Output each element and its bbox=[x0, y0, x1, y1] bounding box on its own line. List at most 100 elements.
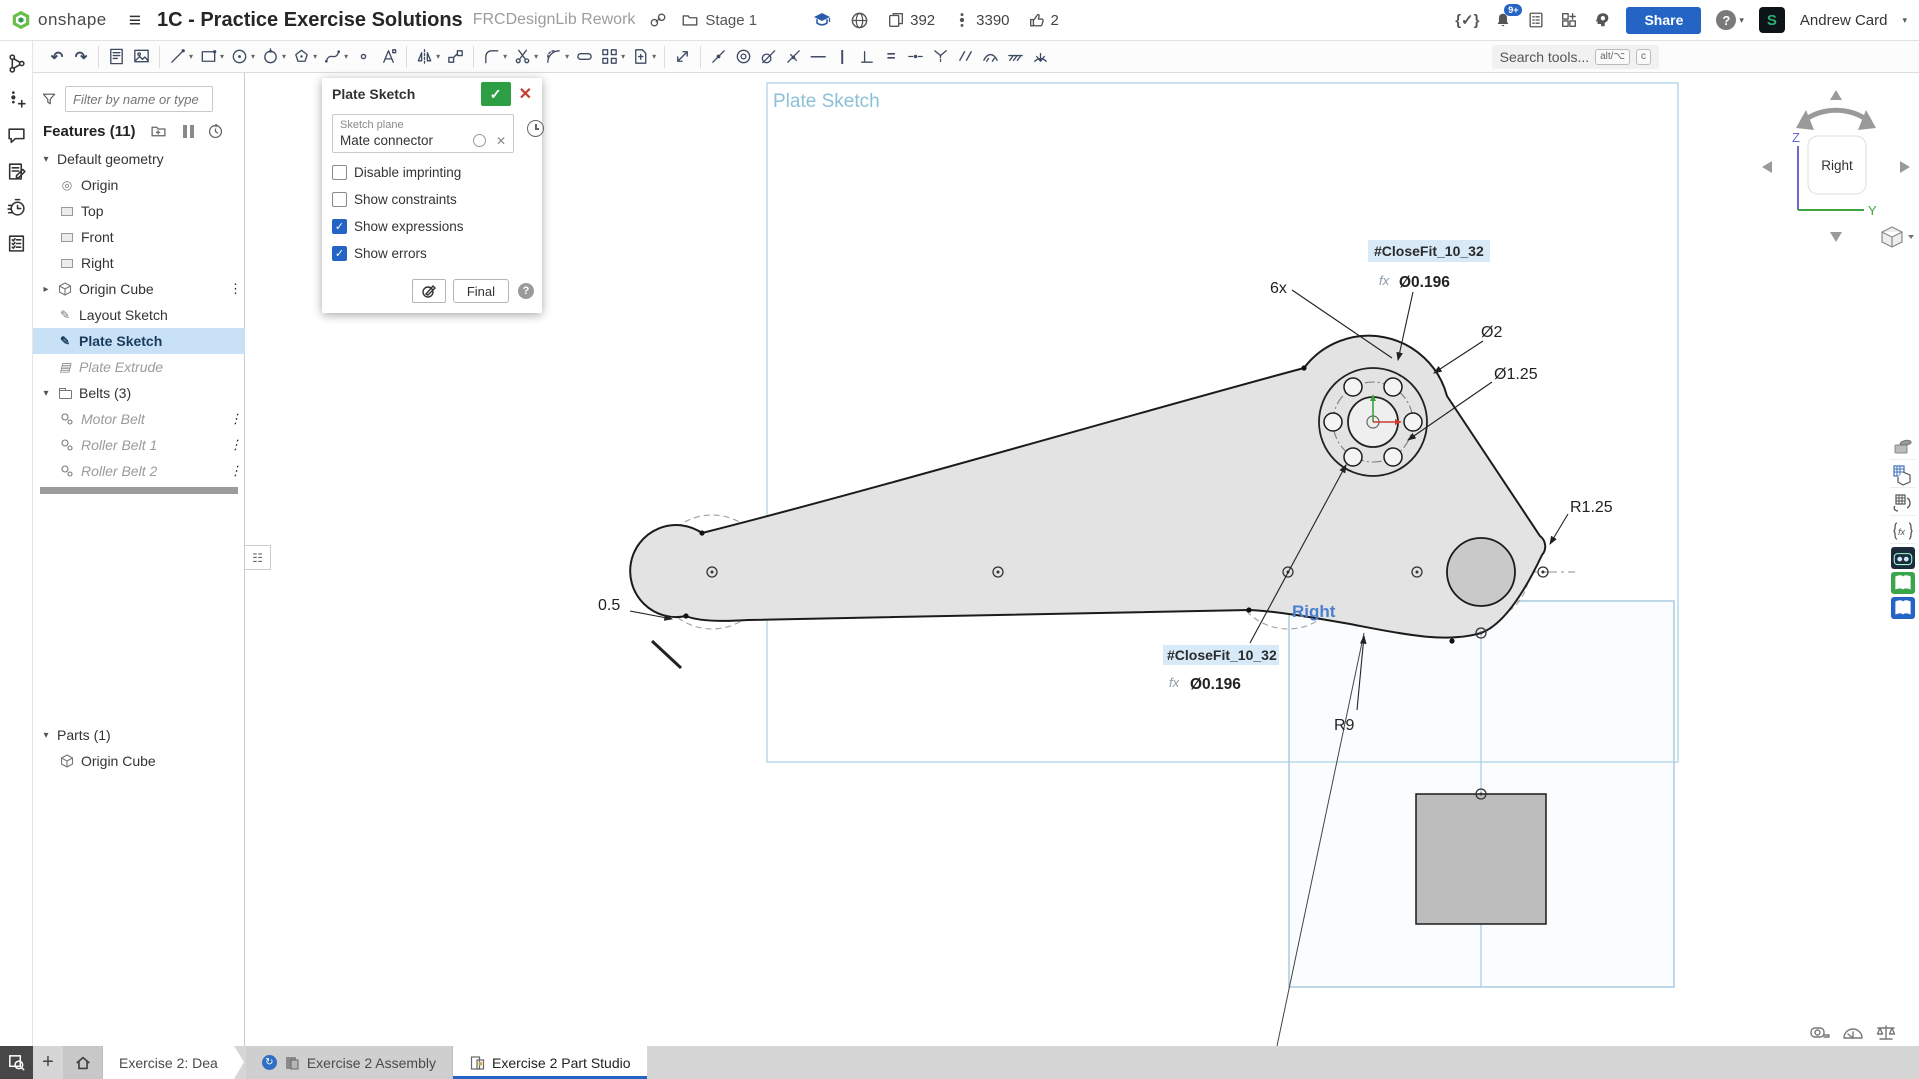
dim-dia2[interactable]: Ø2 bbox=[1481, 324, 1502, 341]
caret-down-icon[interactable]: ▾ bbox=[41, 154, 51, 165]
versions-history-icon[interactable] bbox=[6, 53, 27, 74]
feature-item-plate-extrude[interactable]: ▤Plate Extrude bbox=[33, 354, 245, 380]
midpoint-constraint[interactable] bbox=[903, 44, 928, 70]
folder-breadcrumb[interactable]: Stage 1 bbox=[681, 11, 757, 29]
rotate-up-arrow[interactable] bbox=[1830, 90, 1842, 100]
tab-exercise-2-dea[interactable]: Exercise 2: Dea bbox=[103, 1046, 234, 1079]
view-cube[interactable]: Z Y Right bbox=[1752, 80, 1919, 252]
ai-advisor-icon[interactable] bbox=[1593, 11, 1611, 29]
sketch-button[interactable] bbox=[104, 44, 129, 70]
suppress-pause-icon[interactable] bbox=[183, 125, 194, 138]
search-tabs-button[interactable] bbox=[0, 1046, 33, 1079]
features-panel-collapse-handle[interactable]: ☷ bbox=[245, 545, 271, 570]
rollback-marker-icon[interactable]: ⋮ bbox=[229, 281, 241, 297]
appearance-tool-icon[interactable] bbox=[1890, 434, 1916, 460]
public-doc-icon[interactable] bbox=[850, 11, 869, 30]
feature-item-right-plane[interactable]: Right bbox=[33, 250, 245, 276]
rotate-down-arrow[interactable] bbox=[1830, 232, 1842, 242]
redo-button[interactable]: ↷ bbox=[69, 44, 93, 70]
slot-tool[interactable] bbox=[572, 44, 597, 70]
view-options-icon[interactable] bbox=[1882, 227, 1914, 247]
linear-pattern-tool[interactable] bbox=[443, 44, 468, 70]
symmetric-constraint[interactable] bbox=[928, 44, 953, 70]
help-menu[interactable]: ?▾ bbox=[1716, 10, 1744, 30]
rotate-left-arrow[interactable] bbox=[1762, 161, 1772, 173]
tangent-constraint[interactable] bbox=[756, 44, 781, 70]
rollback-bar[interactable] bbox=[40, 487, 238, 494]
dim-dia125[interactable]: Ø1.25 bbox=[1494, 366, 1538, 383]
named-views-icon[interactable] bbox=[1890, 462, 1916, 488]
feature-folder-belts[interactable]: ▾Belts (3) bbox=[33, 380, 245, 406]
section-view-icon[interactable] bbox=[1890, 490, 1916, 516]
checkbox-icon[interactable] bbox=[332, 165, 347, 180]
confirm-button[interactable]: ✓ bbox=[481, 82, 511, 106]
origin-cube-section[interactable] bbox=[1416, 794, 1546, 924]
extension-robot-icon[interactable] bbox=[1891, 547, 1915, 569]
sketch-plane-field[interactable]: Sketch plane Mate connector ✕ bbox=[332, 114, 514, 153]
center-circle-tool[interactable]: ▾ bbox=[227, 44, 258, 70]
dim-half[interactable]: 0.5 bbox=[598, 597, 620, 614]
caret-down-icon[interactable]: ▾ bbox=[41, 388, 51, 399]
clear-selection-icon[interactable]: ✕ bbox=[496, 134, 506, 148]
extension-blue-docs-icon[interactable] bbox=[1891, 597, 1915, 619]
sketch-text-tool[interactable] bbox=[376, 44, 401, 70]
checkbox-disable-imprinting[interactable]: Disable imprinting bbox=[332, 165, 532, 180]
likes-count[interactable]: 2 bbox=[1028, 11, 1059, 29]
versions-count[interactable]: 3390 bbox=[953, 11, 1009, 29]
comments-icon[interactable] bbox=[6, 125, 27, 146]
onshape-logo[interactable]: onshape bbox=[10, 9, 107, 31]
cancel-button[interactable]: ✕ bbox=[517, 84, 534, 104]
share-button[interactable]: Share bbox=[1626, 7, 1701, 34]
tab-exercise-2-part-studio[interactable]: Exercise 2 Part Studio bbox=[453, 1046, 647, 1079]
link-icon[interactable] bbox=[649, 11, 667, 29]
rollback-marker-icon[interactable]: ⋮ bbox=[229, 411, 241, 427]
rollback-history-icon[interactable] bbox=[207, 123, 224, 140]
spline-tool[interactable]: ▾ bbox=[320, 44, 351, 70]
parts-section-header[interactable]: ▾Parts (1) bbox=[33, 722, 245, 748]
part-item-origin-cube[interactable]: Origin Cube bbox=[33, 748, 245, 774]
fillet-tool[interactable]: ▾ bbox=[479, 44, 510, 70]
point-tool[interactable] bbox=[351, 44, 376, 70]
undo-button[interactable]: ↶ bbox=[45, 44, 69, 70]
learning-center-button[interactable] bbox=[812, 10, 832, 30]
offset-tool[interactable]: ▾ bbox=[541, 44, 572, 70]
history-stopwatch-icon[interactable] bbox=[6, 197, 27, 218]
change-log-icon[interactable] bbox=[6, 161, 27, 182]
transform-tool[interactable] bbox=[670, 44, 695, 70]
feature-item-roller-belt-1[interactable]: Roller Belt 1⋮ bbox=[33, 432, 245, 458]
fix-constraint[interactable] bbox=[1003, 44, 1028, 70]
rotate-arrows-icon[interactable] bbox=[1802, 110, 1870, 122]
feature-item-origin-cube[interactable]: ▸Origin Cube⋮ bbox=[33, 276, 245, 302]
curvature-constraint[interactable] bbox=[978, 44, 1003, 70]
search-tools-button[interactable]: Search tools... alt/⌥ c bbox=[1492, 45, 1659, 69]
mirror-tool[interactable]: ▾ bbox=[412, 44, 443, 70]
trim-tool[interactable]: ▾ bbox=[510, 44, 541, 70]
user-menu-chevron-icon[interactable]: ▾ bbox=[1902, 15, 1907, 26]
equal-constraint[interactable] bbox=[953, 44, 978, 70]
feature-item-origin[interactable]: ◎Origin bbox=[33, 172, 245, 198]
new-folder-icon[interactable] bbox=[150, 123, 167, 140]
concentric-constraint[interactable] bbox=[731, 44, 756, 70]
app-store-icon[interactable] bbox=[1560, 11, 1578, 29]
horizontal-constraint[interactable]: — bbox=[806, 44, 830, 70]
avatar[interactable]: S bbox=[1759, 7, 1785, 33]
home-tab-button[interactable] bbox=[63, 1046, 103, 1079]
dim-closefit-top[interactable]: #CloseFit_10_32 bbox=[1374, 243, 1484, 259]
dim-count[interactable]: 6x bbox=[1270, 280, 1287, 297]
feature-item-layout-sketch[interactable]: ✎Layout Sketch bbox=[33, 302, 245, 328]
sketch-pattern-tool[interactable]: ▾ bbox=[597, 44, 628, 70]
mass-properties-icon[interactable] bbox=[1875, 1023, 1897, 1043]
dim-dia-bottom[interactable]: Ø0.196 bbox=[1190, 676, 1241, 693]
feature-item-default-geometry[interactable]: ▾Default geometry bbox=[33, 146, 245, 172]
roller-circle[interactable] bbox=[1447, 538, 1515, 606]
main-menu-icon[interactable]: ≡ bbox=[129, 10, 141, 31]
feature-item-top-plane[interactable]: Top bbox=[33, 198, 245, 224]
vertical-constraint[interactable]: | bbox=[830, 44, 854, 70]
dim-dia-top[interactable]: Ø0.196 bbox=[1399, 274, 1450, 291]
rollback-marker-icon[interactable]: ⋮ bbox=[229, 437, 241, 453]
checkbox-show-errors[interactable]: Show errors bbox=[332, 246, 532, 261]
checkbox-show-constraints[interactable]: Show constraints bbox=[332, 192, 532, 207]
edit-sketch-button[interactable] bbox=[412, 279, 446, 303]
polygon-tool[interactable]: ▾ bbox=[289, 44, 320, 70]
line-tool[interactable]: ▾ bbox=[165, 44, 196, 70]
